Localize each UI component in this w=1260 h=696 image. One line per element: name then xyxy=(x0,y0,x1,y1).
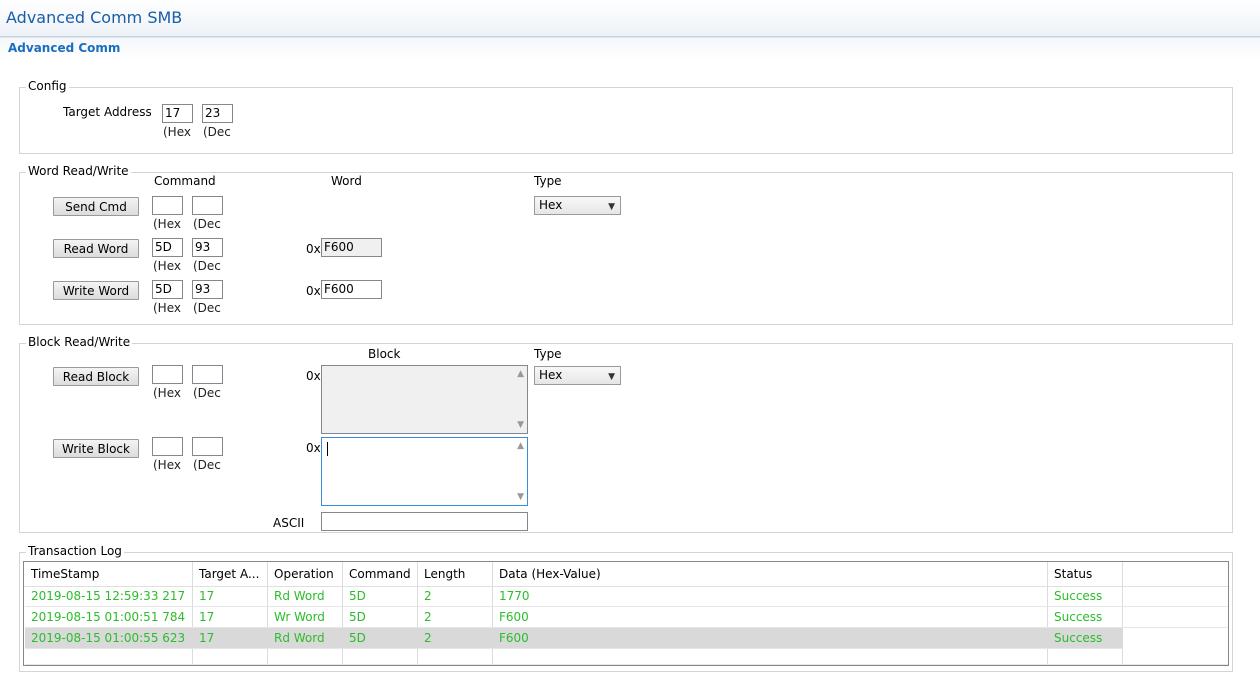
cell-length: 2 xyxy=(424,610,432,624)
write-word-hex-input[interactable]: 5D xyxy=(152,280,183,299)
block-type-select[interactable]: Hex ▼ xyxy=(534,366,621,385)
word-col-command: Command xyxy=(154,174,216,188)
cell-data: F600 xyxy=(499,631,529,645)
tab-bar xyxy=(0,37,1260,60)
table-row[interactable]: 2019-08-15 12:59:33 217 17 Rd Word 5D 2 … xyxy=(25,586,1228,607)
block-legend: Block Read/Write xyxy=(26,335,133,349)
cell-status: Success xyxy=(1054,631,1103,645)
read-block-textarea[interactable]: ▲ ▼ xyxy=(321,365,528,434)
log-legend: Transaction Log xyxy=(26,544,124,558)
table-row-selected[interactable]: 2019-08-15 01:00:55 623 17 Rd Word 5D 2 … xyxy=(25,628,1123,649)
target-address-hex-input[interactable]: 17 xyxy=(162,104,193,123)
send-cmd-hex-unit: (Hex xyxy=(153,217,181,231)
cell-data: 1770 xyxy=(499,589,530,603)
cell-command: 5D xyxy=(349,589,366,603)
scroll-down-icon[interactable]: ▼ xyxy=(517,420,524,430)
block-col-block: Block xyxy=(368,347,401,361)
cell-command: 5D xyxy=(349,610,366,624)
cell-operation: Wr Word xyxy=(274,610,325,624)
table-row-empty[interactable] xyxy=(25,649,1228,665)
tab-advanced-comm[interactable]: Advanced Comm xyxy=(8,41,120,55)
cell-operation: Rd Word xyxy=(274,631,325,645)
cell-timestamp: 2019-08-15 01:00:55 623 xyxy=(31,631,186,645)
cell-target: 17 xyxy=(199,631,215,645)
write-block-prefix: 0x xyxy=(306,441,321,455)
target-address-dec-input[interactable]: 23 xyxy=(202,104,233,123)
cell-target: 17 xyxy=(199,589,215,603)
cell-status: Success xyxy=(1054,610,1103,624)
write-word-hex-unit: (Hex xyxy=(153,301,181,315)
read-word-dec-input[interactable]: 93 xyxy=(192,238,223,257)
app-title: Advanced Comm SMB xyxy=(6,8,183,27)
col-header-timestamp[interactable]: TimeStamp xyxy=(31,567,99,581)
write-word-value-input[interactable]: F600 xyxy=(321,280,382,299)
write-word-dec-input[interactable]: 93 xyxy=(192,280,223,299)
word-type-select[interactable]: Hex ▼ xyxy=(534,196,621,215)
send-cmd-dec-input[interactable] xyxy=(192,196,223,215)
block-type-value: Hex xyxy=(539,368,563,382)
word-legend: Word Read/Write xyxy=(26,164,131,178)
cell-length: 2 xyxy=(424,631,432,645)
send-cmd-hex-input[interactable] xyxy=(152,196,183,215)
target-dec-unit: (Dec xyxy=(203,125,231,139)
read-block-hex-input[interactable] xyxy=(152,365,183,384)
col-header-data[interactable]: Data (Hex-Value) xyxy=(499,567,601,581)
col-header-command[interactable]: Command xyxy=(349,567,411,581)
write-block-dec-input[interactable] xyxy=(192,437,223,456)
cell-command: 5D xyxy=(349,631,366,645)
read-block-dec-unit: (Dec xyxy=(193,386,221,400)
cell-timestamp: 2019-08-15 12:59:33 217 xyxy=(31,589,186,603)
send-cmd-button[interactable]: Send Cmd xyxy=(53,197,139,216)
write-block-textarea[interactable]: ▲ ▼ xyxy=(321,437,528,506)
chevron-down-icon: ▼ xyxy=(608,372,615,382)
word-col-word: Word xyxy=(331,174,362,188)
cell-data: F600 xyxy=(499,610,529,624)
chevron-down-icon: ▼ xyxy=(608,202,615,212)
read-word-value-field[interactable]: F600 xyxy=(321,238,382,257)
word-type-value: Hex xyxy=(539,198,563,212)
scroll-up-icon[interactable]: ▲ xyxy=(517,369,524,379)
write-block-hex-input[interactable] xyxy=(152,437,183,456)
write-block-dec-unit: (Dec xyxy=(193,458,221,472)
read-block-dec-input[interactable] xyxy=(192,365,223,384)
read-word-dec-unit: (Dec xyxy=(193,259,221,273)
target-hex-unit: (Hex xyxy=(163,125,191,139)
write-word-prefix: 0x xyxy=(306,284,321,298)
ascii-input[interactable] xyxy=(321,512,528,531)
read-word-button[interactable]: Read Word xyxy=(53,239,139,258)
cell-timestamp: 2019-08-15 01:00:51 784 xyxy=(31,610,186,624)
read-word-prefix: 0x xyxy=(306,242,321,256)
write-block-hex-unit: (Hex xyxy=(153,458,181,472)
config-legend: Config xyxy=(26,79,69,93)
scroll-up-icon[interactable]: ▲ xyxy=(517,441,524,451)
col-header-length[interactable]: Length xyxy=(424,567,465,581)
cell-length: 2 xyxy=(424,589,432,603)
text-cursor xyxy=(327,442,328,456)
target-address-label: Target Address xyxy=(63,105,151,119)
write-word-button[interactable]: Write Word xyxy=(53,281,139,300)
read-block-prefix: 0x xyxy=(306,369,321,383)
scroll-down-icon[interactable]: ▼ xyxy=(517,492,524,502)
block-col-type: Type xyxy=(534,347,562,361)
read-block-hex-unit: (Hex xyxy=(153,386,181,400)
col-header-target[interactable]: Target A... xyxy=(199,567,259,581)
col-header-status[interactable]: Status xyxy=(1054,567,1092,581)
send-cmd-dec-unit: (Dec xyxy=(193,217,221,231)
table-row[interactable]: 2019-08-15 01:00:51 784 17 Wr Word 5D 2 … xyxy=(25,607,1228,628)
cell-target: 17 xyxy=(199,610,215,624)
cell-status: Success xyxy=(1054,589,1103,603)
word-col-type: Type xyxy=(534,174,562,188)
write-block-button[interactable]: Write Block xyxy=(53,439,139,458)
cell-operation: Rd Word xyxy=(274,589,325,603)
read-block-button[interactable]: Read Block xyxy=(53,367,139,386)
transaction-log-table[interactable]: TimeStamp Target A... Operation Command … xyxy=(23,561,1229,666)
write-word-dec-unit: (Dec xyxy=(193,301,221,315)
read-word-hex-unit: (Hex xyxy=(153,259,181,273)
ascii-label: ASCII xyxy=(273,516,305,530)
title-bar xyxy=(0,0,1260,37)
col-header-operation[interactable]: Operation xyxy=(274,567,334,581)
read-word-hex-input[interactable]: 5D xyxy=(152,238,183,257)
